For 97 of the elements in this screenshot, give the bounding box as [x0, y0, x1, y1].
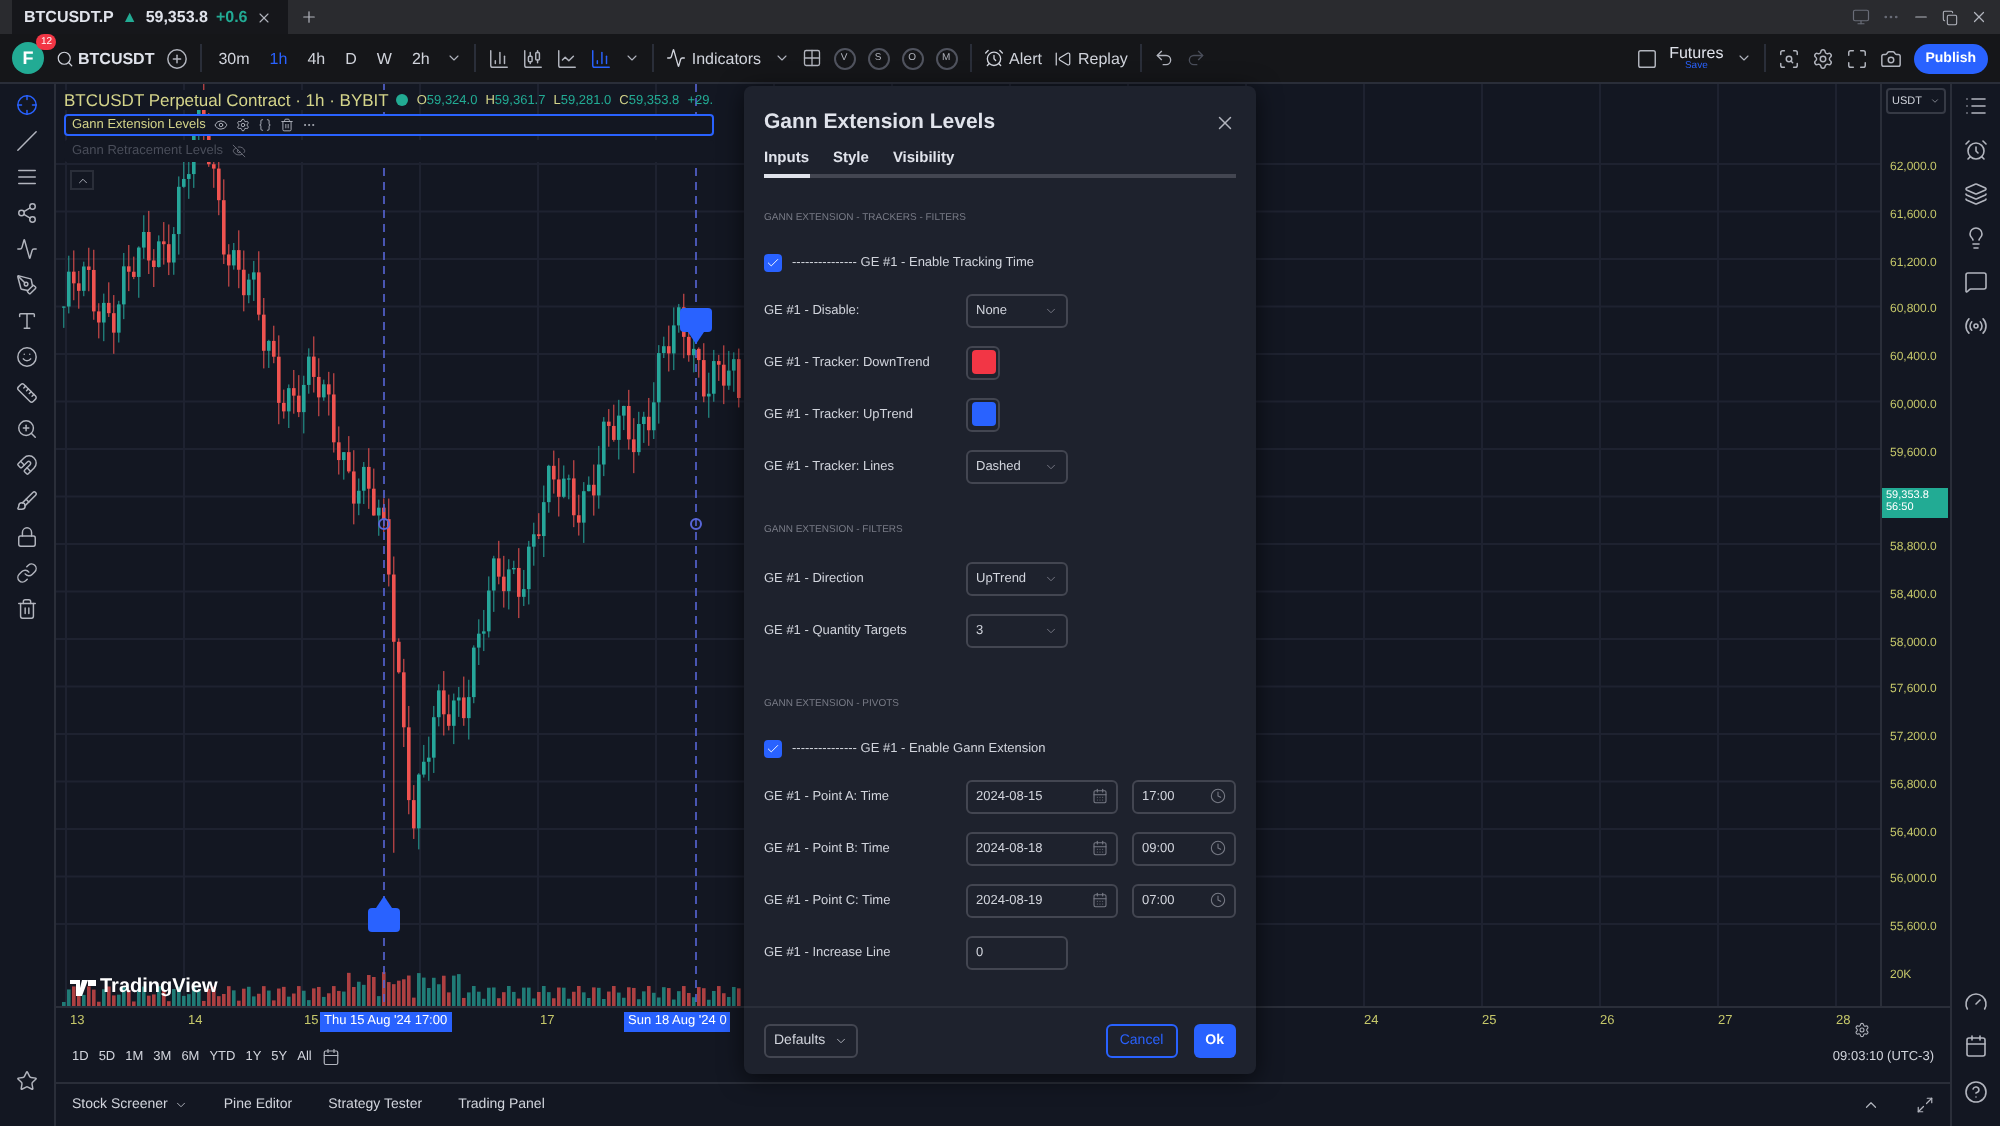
chevron-icon[interactable] [1735, 50, 1752, 66]
calendar-icon[interactable] [321, 1047, 340, 1065]
alarm-clock-icon [983, 48, 1004, 68]
symbol-search[interactable]: BTCUSDT [56, 49, 155, 67]
chevron-icon [1044, 459, 1058, 473]
calendar-icon [1092, 840, 1108, 856]
interval-button[interactable]: D [341, 49, 361, 67]
fullscreen-icon[interactable] [1845, 47, 1868, 69]
interval-button[interactable]: 4h [303, 49, 330, 67]
chevron-icon[interactable] [173, 1098, 188, 1112]
add-symbol-icon[interactable] [166, 47, 189, 69]
tradingview-logo: TradingView [70, 976, 218, 998]
interval-button[interactable]: 2h [407, 49, 434, 67]
star-icon[interactable] [16, 1070, 38, 1092]
browser-tab[interactable]: BTCUSDT.P ▲ 59,353.8 +0.6 [12, 0, 288, 34]
layers-icon[interactable] [1964, 182, 1988, 206]
chevron-icon[interactable] [773, 50, 790, 66]
layout-name: Futures [1669, 45, 1724, 61]
dialog-title: Gann Extension Levels [764, 110, 996, 134]
interval-button[interactable]: 30m [214, 49, 254, 67]
calendar-icon [1092, 788, 1108, 804]
braces-icon[interactable] [257, 118, 272, 132]
nodes-icon[interactable] [16, 202, 38, 224]
maximize-icon[interactable] [1916, 1096, 1934, 1114]
pen-icon[interactable] [16, 274, 38, 296]
chevron-up-icon [75, 173, 89, 187]
close-icon[interactable] [255, 9, 272, 25]
restore-icon[interactable] [1942, 9, 1958, 25]
pattern-icon[interactable] [16, 238, 38, 260]
lightbulb-icon[interactable] [1964, 226, 1988, 250]
chart-symbol-title: BTCUSDT Perpetual Contract · 1h · BYBIT [64, 90, 389, 110]
columns-icon[interactable] [589, 47, 612, 69]
status-dot-icon [396, 94, 409, 106]
checkbox[interactable] [764, 739, 782, 757]
new-tab-icon[interactable] [300, 8, 318, 26]
lock-icon[interactable] [16, 526, 38, 548]
checkbox[interactable] [764, 253, 782, 271]
camera-icon[interactable] [1879, 47, 1902, 69]
chevron-icon [1044, 303, 1058, 317]
trash-icon[interactable] [16, 598, 38, 620]
tab-change: +0.6 [215, 8, 248, 26]
square-icon[interactable] [1635, 47, 1658, 69]
clock-icon [1210, 892, 1226, 908]
calendar-icon[interactable] [1964, 1034, 1988, 1058]
gauge-icon[interactable] [1964, 990, 1988, 1014]
calendar-icon [1092, 892, 1108, 908]
alert-button[interactable]: Alert [983, 48, 1042, 68]
eye-off-icon[interactable] [231, 144, 246, 158]
check-icon [766, 741, 780, 755]
ruler-icon[interactable] [16, 382, 38, 404]
chevron-up-icon[interactable] [1862, 1096, 1880, 1114]
text-icon[interactable] [16, 310, 38, 332]
check-icon [766, 255, 780, 269]
chevron-icon [1930, 96, 1940, 106]
tab-price: 59,353.8 [145, 8, 208, 26]
pulse-icon [665, 48, 686, 68]
crosshair-icon[interactable] [16, 94, 38, 116]
line-icon[interactable] [16, 130, 38, 152]
chevron-icon[interactable] [623, 50, 640, 66]
chevron-icon[interactable] [445, 50, 462, 66]
close-icon[interactable] [1214, 111, 1236, 133]
chevron-icon [1044, 623, 1058, 637]
link-icon[interactable] [16, 562, 38, 584]
interval-button[interactable]: 1h [265, 49, 292, 67]
clock-icon [1210, 840, 1226, 856]
settings-icon[interactable] [1811, 47, 1834, 69]
magnet-icon[interactable] [16, 454, 38, 476]
lines-icon[interactable] [16, 166, 38, 188]
brush-icon[interactable] [16, 490, 38, 512]
chevron-icon [1044, 571, 1058, 585]
monitor-icon[interactable] [1852, 8, 1870, 26]
interval-button[interactable]: W [372, 49, 396, 67]
eye-icon[interactable] [213, 118, 228, 132]
up-arrow-icon: ▲ [121, 8, 138, 26]
layout-grid-icon[interactable] [801, 48, 822, 68]
tab-title: BTCUSDT.P [24, 8, 114, 26]
trash-icon[interactable] [279, 118, 294, 132]
rewind-icon [1053, 49, 1072, 67]
close-icon[interactable] [1970, 8, 1988, 26]
alarm-icon[interactable] [1964, 138, 1988, 162]
settings-icon[interactable] [1854, 1022, 1870, 1038]
chevron-icon [833, 1034, 848, 1048]
indicators-button[interactable]: Indicators [665, 48, 762, 68]
search-icon [56, 49, 74, 67]
chat-icon[interactable] [1964, 270, 1988, 294]
line-chart-icon[interactable] [555, 47, 578, 69]
clock-icon [1210, 788, 1226, 804]
undo-icon[interactable] [1153, 48, 1174, 68]
candles-icon[interactable] [521, 47, 544, 69]
smile-icon[interactable] [16, 346, 38, 368]
broadcast-icon[interactable] [1964, 314, 1988, 338]
bars-icon[interactable] [487, 47, 510, 69]
replay-button[interactable]: Replay [1053, 49, 1128, 67]
settings-icon[interactable] [235, 118, 250, 132]
help-icon[interactable] [1964, 1080, 1988, 1104]
zoom-icon[interactable] [16, 418, 38, 440]
search-icon[interactable] [1777, 47, 1800, 69]
